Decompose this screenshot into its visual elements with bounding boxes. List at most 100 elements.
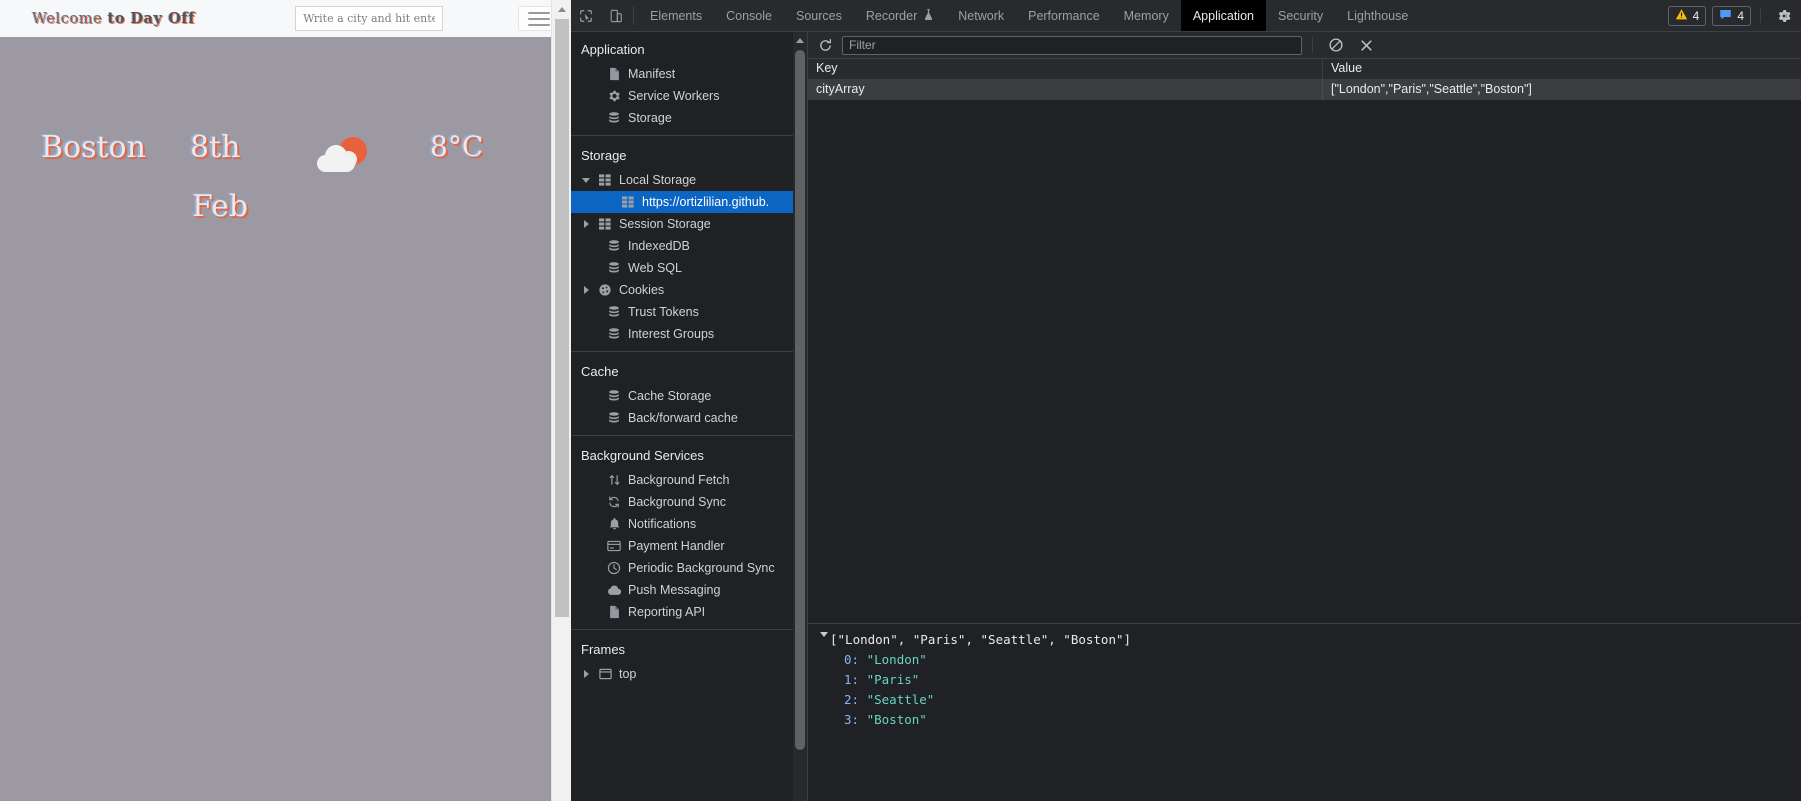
grid-rows: cityArray ["London","Paris","Seattle","B… [808, 80, 1801, 623]
devtools-body: Application Manifest Service Workers Storag… [571, 32, 1801, 801]
sidebar-item-indexeddb[interactable]: IndexedDB [571, 235, 807, 257]
grid-header-row: Key Value [808, 59, 1801, 80]
sidebar-group-title: Cache [581, 364, 619, 379]
devtools-tab-bar: Elements Console Sources Recorder Networ… [571, 0, 1801, 32]
preview-entry: 2: "Seattle" [818, 692, 1801, 712]
refresh-icon[interactable] [812, 34, 838, 56]
column-header-value[interactable]: Value [1323, 59, 1801, 79]
sidebar-item-label: Local Storage [619, 173, 697, 187]
filter-input[interactable] [842, 35, 1302, 55]
sidebar-item-interest-groups[interactable]: Interest Groups [571, 323, 807, 345]
table-row[interactable]: cityArray ["London","Paris","Seattle","B… [808, 80, 1801, 100]
sidebar-item-label: Trust Tokens [628, 305, 699, 319]
toolbar-divider [633, 6, 634, 25]
sidebar-item-label: Payment Handler [628, 539, 725, 553]
tab-label: Application [1192, 8, 1254, 23]
document-icon [606, 605, 622, 619]
sidebar-item-label: top [619, 667, 637, 681]
sidebar-item-push-messaging[interactable]: Push Messaging [571, 579, 807, 601]
database-icon [606, 239, 622, 253]
tab-performance[interactable]: Performance [1016, 0, 1112, 31]
screen: Welcome to Day Off Boston 8th Feb 8°C [0, 0, 1801, 801]
sidebar-item-cache-storage[interactable]: Cache Storage [571, 385, 807, 407]
sidebar-item-payment-handler[interactable]: Payment Handler [571, 535, 807, 557]
page-header: Welcome to Day Off [0, 0, 571, 37]
page-scrollbar-thumb[interactable] [555, 19, 569, 617]
database-icon [606, 261, 622, 275]
flask-experiment-icon [923, 8, 934, 24]
cookie-icon [597, 283, 613, 297]
toolbar-divider [1312, 37, 1313, 53]
preview-space [859, 672, 867, 687]
chevron-right-icon[interactable] [581, 220, 591, 228]
scroll-up-arrow-icon[interactable] [552, 0, 571, 18]
sidebar-item-service-workers[interactable]: Service Workers [571, 85, 807, 107]
tab-lighthouse[interactable]: Lighthouse [1335, 0, 1420, 31]
sidebar-item-label: Manifest [628, 67, 676, 81]
sidebar-item-web-sql[interactable]: Web SQL [571, 257, 807, 279]
tab-label: Security [1277, 8, 1324, 23]
bell-icon [606, 517, 622, 531]
close-x-icon[interactable] [1353, 34, 1379, 56]
sidebar-item-manifest[interactable]: Manifest [571, 63, 807, 85]
tab-label: Elements [650, 8, 703, 23]
up-down-arrows-icon [606, 473, 622, 487]
gear-icon[interactable] [1767, 0, 1801, 31]
no-entry-clear-icon[interactable] [1323, 34, 1349, 56]
scroll-up-arrow-icon[interactable] [793, 32, 807, 48]
preview-entry-index: 2: [844, 692, 860, 707]
tab-bar-spacer [1420, 0, 1664, 31]
preview-entry: 1: "Paris" [818, 672, 1801, 692]
sidebar-item-local-storage[interactable]: Local Storage [571, 169, 807, 191]
expand-collapse-triangle-icon[interactable] [818, 632, 830, 637]
sidebar-item-label: Service Workers [628, 89, 720, 103]
sidebar-scrollbar-thumb[interactable] [795, 50, 805, 750]
sidebar-item-reporting-api[interactable]: Reporting API [571, 601, 807, 623]
tab-recorder[interactable]: Recorder [854, 0, 946, 31]
preview-entry: 3: "Boston" [818, 712, 1801, 732]
sun-behind-cloud-icon [315, 137, 369, 177]
chevron-right-icon[interactable] [581, 670, 591, 678]
tab-network[interactable]: Network [946, 0, 1016, 31]
chevron-right-icon[interactable] [581, 286, 591, 294]
messages-badge[interactable]: 4 [1712, 6, 1751, 26]
preview-root-line[interactable]: ["London", "Paris", "Seattle", "Boston"] [818, 632, 1801, 652]
tab-application[interactable]: Application [1180, 0, 1266, 31]
tab-memory[interactable]: Memory [1112, 0, 1181, 31]
sidebar-item-background-sync[interactable]: Background Sync [571, 491, 807, 513]
preview-root-value: ["London", "Paris", "Seattle", "Boston"] [830, 632, 1132, 647]
preview-space [859, 692, 867, 707]
sidebar-item-top[interactable]: top [571, 663, 807, 685]
sidebar-item-https-ortizlilian-github[interactable]: https://ortizlilian.github. [571, 191, 807, 213]
sidebar-item-back-forward-cache[interactable]: Back/forward cache [571, 407, 807, 429]
devtools-panel: Elements Console Sources Recorder Networ… [571, 0, 1801, 801]
sidebar-item-cookies[interactable]: Cookies [571, 279, 807, 301]
sidebar-item-session-storage[interactable]: Session Storage [571, 213, 807, 235]
city-search-input[interactable] [295, 6, 444, 31]
cell-value[interactable]: ["London","Paris","Seattle","Boston"] [1323, 80, 1801, 100]
tab-console[interactable]: Console [714, 0, 784, 31]
tab-sources[interactable]: Sources [784, 0, 854, 31]
sidebar-item-trust-tokens[interactable]: Trust Tokens [571, 301, 807, 323]
page-scrollbar[interactable] [551, 0, 571, 801]
sidebar-item-storage[interactable]: Storage [571, 107, 807, 129]
sidebar-scrollbar[interactable] [793, 32, 807, 801]
sidebar-item-label: Web SQL [628, 261, 682, 275]
inspect-element-icon[interactable] [571, 0, 601, 31]
cell-key[interactable]: cityArray [808, 80, 1323, 100]
warnings-badge[interactable]: 4 [1667, 6, 1707, 26]
tab-elements[interactable]: Elements [638, 0, 714, 31]
column-header-key[interactable]: Key [808, 59, 1323, 79]
chevron-down-icon[interactable] [581, 177, 591, 183]
badge-divider [1760, 8, 1761, 23]
device-toolbar-icon[interactable] [601, 0, 631, 31]
storage-data-grid: Key Value cityArray ["London","Paris","S… [808, 59, 1801, 623]
sidebar-item-notifications[interactable]: Notifications [571, 513, 807, 535]
database-icon [606, 327, 622, 341]
tab-security[interactable]: Security [1266, 0, 1335, 31]
storage-main-panel: Key Value cityArray ["London","Paris","S… [808, 32, 1801, 801]
message-bubble-icon [1719, 8, 1732, 24]
sidebar-item-background-fetch[interactable]: Background Fetch [571, 469, 807, 491]
sidebar-item-periodic-background-sync[interactable]: Periodic Background Sync [571, 557, 807, 579]
tab-label: Lighthouse [1347, 8, 1409, 23]
